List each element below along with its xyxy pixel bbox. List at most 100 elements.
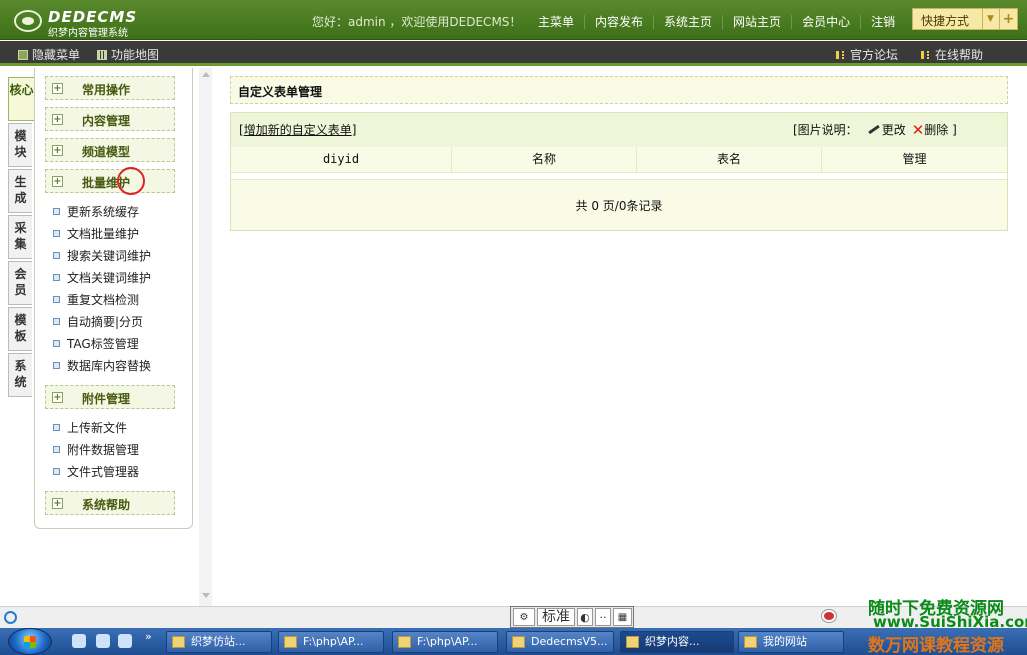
tab-modules[interactable]: 模块	[8, 123, 32, 167]
quick-menu-label: 快捷方式	[921, 14, 970, 28]
taskbar-item[interactable]: DedecmsV5...	[506, 631, 614, 653]
taskbar-item-active[interactable]: 织梦内容...	[620, 631, 734, 653]
tab-templates[interactable]: 模板	[8, 307, 32, 351]
expand-icon: +	[52, 176, 63, 187]
column-header-diyid: diyid	[231, 147, 452, 173]
tab-system[interactable]: 系统	[8, 353, 32, 397]
menu-item-doc-keywords[interactable]: 文档关键词维护	[53, 269, 151, 286]
logo-mark-icon	[14, 10, 42, 32]
menu-group-content[interactable]: + 内容管理	[45, 107, 175, 131]
logo-subtitle: 织梦内容管理系统	[48, 28, 128, 39]
sub-toolbar: 隐藏菜单 功能地图 官方论坛 在线帮助	[0, 41, 1027, 66]
logo[interactable]: DEDECMS 织梦内容管理系统	[14, 7, 154, 39]
quick-menu[interactable]: 快捷方式 ▼ +	[912, 8, 1018, 30]
list-toolbar: [增加新的自定义表单] [图片说明： 更改 ✕删除 ]	[231, 113, 1007, 147]
taskbar-item[interactable]: 织梦仿站...	[166, 631, 272, 653]
punctuation-icon[interactable]: ··	[595, 608, 611, 626]
page-title: 自定义表单管理	[238, 85, 323, 99]
panel-icon	[18, 50, 28, 60]
menu-item-update-cache[interactable]: 更新系统缓存	[53, 203, 139, 220]
watermark-line3: 数万网课教程资源	[868, 636, 1004, 655]
edit-pen-icon	[866, 123, 880, 135]
grid-icon	[97, 50, 107, 60]
add-form-link[interactable]: [增加新的自定义表单]	[239, 121, 356, 138]
menu-item-attachment-data[interactable]: 附件数据管理	[53, 441, 139, 458]
cursor-highlight-icon	[117, 167, 145, 195]
ie-window-icon	[626, 636, 639, 648]
icon-legend: [图片说明： 更改 ✕删除 ]	[793, 121, 957, 139]
security-icon[interactable]	[822, 610, 836, 622]
nav-site-home[interactable]: 网站主页	[722, 15, 792, 29]
menu-item-file-manager[interactable]: 文件式管理器	[53, 463, 139, 480]
pagination-footer: 共 0 页/0条记录	[231, 179, 1007, 230]
nav-logout[interactable]: 注销	[860, 15, 906, 29]
tab-core[interactable]: 核心	[8, 77, 34, 121]
chevron-down-icon[interactable]: ▼	[982, 9, 998, 29]
ie-window-icon	[744, 636, 757, 648]
nav-member-center[interactable]: 会员中心	[791, 15, 861, 29]
official-forum-link[interactable]: 官方论坛	[836, 46, 898, 63]
app-quicklaunch-icon[interactable]	[96, 634, 110, 648]
tab-collect[interactable]: 采集	[8, 215, 32, 259]
menu-group-common[interactable]: + 常用操作	[45, 76, 175, 100]
menu-item-upload-file[interactable]: 上传新文件	[53, 419, 127, 436]
nav-main-menu[interactable]: 主菜单	[528, 15, 584, 29]
delete-x-icon: ✕	[911, 121, 925, 139]
folder-icon	[284, 636, 297, 648]
nav-system-home[interactable]: 系统主页	[653, 15, 723, 29]
hide-menu-button[interactable]: 隐藏菜单	[18, 46, 80, 63]
column-header-manage: 管理	[902, 152, 927, 166]
moon-icon[interactable]: ◐	[577, 608, 593, 626]
taskbar-item[interactable]: F:\php\AP...	[278, 631, 384, 653]
start-button[interactable]	[8, 628, 52, 655]
table-header: diyid 名称 表名 管理	[231, 147, 1007, 173]
taskbar-item[interactable]: 我的网站	[738, 631, 844, 653]
archive-icon	[512, 636, 525, 648]
window-icon	[172, 636, 185, 648]
column-header-table: 表名	[637, 147, 822, 173]
top-header: DEDECMS 织梦内容管理系统 您好：admin ，欢迎使用DEDECMS！ …	[0, 0, 1027, 40]
vertical-tabs: 核心 模块 生成 采集 会员 模板 系统	[8, 77, 34, 399]
watermark-line2: www.SuiShiXia.com	[873, 613, 1027, 631]
top-nav: 主菜单 内容发布 系统主页 网站主页 会员中心 注销	[528, 13, 906, 30]
browser-quicklaunch-icon[interactable]	[118, 634, 132, 648]
speaker-icon	[836, 51, 844, 59]
menu-item-duplicate-check[interactable]: 重复文档检测	[53, 291, 139, 308]
scrollbar[interactable]	[199, 68, 212, 606]
online-help-link[interactable]: 在线帮助	[921, 46, 983, 63]
ime-mode-toggle[interactable]: 标准	[537, 608, 575, 626]
form-list-panel: [增加新的自定义表单] [图片说明： 更改 ✕删除 ] diyid 名称 表名 管理…	[230, 112, 1008, 231]
keyboard-icon[interactable]: ▦	[613, 608, 632, 626]
menu-group-help[interactable]: + 系统帮助	[45, 491, 175, 515]
scroll-down-icon[interactable]	[202, 593, 210, 598]
tab-members[interactable]: 会员	[8, 261, 32, 305]
expand-icon: +	[52, 83, 63, 94]
plus-icon[interactable]: +	[999, 9, 1017, 29]
nav-publish[interactable]: 内容发布	[584, 15, 654, 29]
more-chevron-icon[interactable]: »	[145, 630, 152, 643]
left-menu: + 常用操作 + 内容管理 + 频道模型 + 批量维护 更新系统缓存 文档批量维…	[34, 68, 193, 529]
menu-group-attachments[interactable]: + 附件管理	[45, 385, 175, 409]
scroll-up-icon[interactable]	[202, 72, 210, 77]
menu-group-batch[interactable]: + 批量维护	[45, 169, 175, 193]
welcome-text: 您好：admin ，欢迎使用DEDECMS！	[312, 15, 522, 29]
expand-icon: +	[52, 498, 63, 509]
ie-quicklaunch-icon[interactable]	[72, 634, 86, 648]
ime-logo-icon[interactable]: ⚙	[513, 608, 535, 626]
folder-icon	[398, 636, 411, 648]
menu-item-tag-manage[interactable]: TAG标签管理	[53, 335, 139, 352]
taskbar-item[interactable]: F:\php\AP...	[392, 631, 498, 653]
menu-item-search-keywords[interactable]: 搜索关键词维护	[53, 247, 151, 264]
tab-generate[interactable]: 生成	[8, 169, 32, 213]
ie-page-icon	[4, 611, 17, 624]
menu-item-batch-docs[interactable]: 文档批量维护	[53, 225, 139, 242]
expand-icon: +	[52, 392, 63, 403]
record-count: 共 0 页/0条记录	[575, 199, 663, 213]
menu-group-channel[interactable]: + 频道模型	[45, 138, 175, 162]
page-title-bar: 自定义表单管理	[230, 76, 1008, 104]
ime-toolbar[interactable]: ⚙ 标准 ◐ ·· ▦	[510, 606, 634, 628]
menu-item-db-replace[interactable]: 数据库内容替换	[53, 357, 151, 374]
function-map-button[interactable]: 功能地图	[97, 46, 159, 63]
menu-item-auto-summary[interactable]: 自动摘要|分页	[53, 313, 143, 330]
expand-icon: +	[52, 145, 63, 156]
